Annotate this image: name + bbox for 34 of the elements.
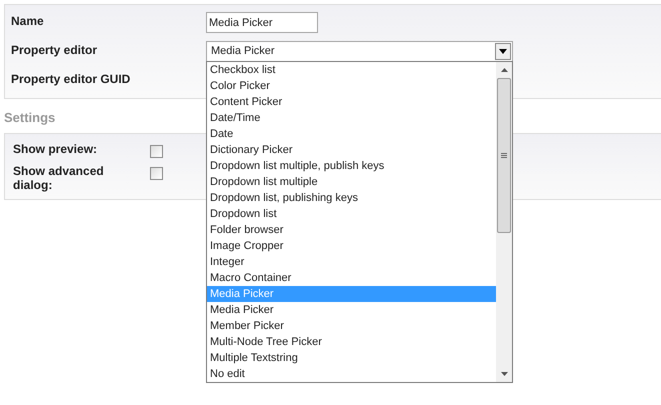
dropdown-option[interactable]: Macro Container bbox=[207, 270, 496, 286]
field-label: Property editor GUID bbox=[11, 71, 132, 88]
checkbox[interactable] bbox=[150, 144, 163, 158]
dropdown-option[interactable]: Dropdown list multiple, publish keys bbox=[207, 158, 496, 174]
dropdown-option[interactable]: Content Picker bbox=[207, 94, 496, 110]
settings-heading: Settings bbox=[4, 109, 56, 127]
dropdown-option[interactable]: Checkbox list bbox=[207, 62, 496, 78]
name-field[interactable]: Media Picker bbox=[206, 12, 318, 33]
dropdown-option[interactable]: Date bbox=[207, 126, 496, 142]
scroll-down-icon[interactable] bbox=[500, 372, 508, 376]
dropdown-option[interactable]: Multiple Textstring bbox=[207, 350, 496, 366]
dropdown-option[interactable]: Member Picker bbox=[207, 318, 496, 334]
dropdown-option[interactable]: Date/Time bbox=[207, 110, 496, 126]
dropdown-option[interactable]: Integer bbox=[207, 254, 496, 270]
property-editor-select[interactable]: Media Picker bbox=[206, 41, 513, 62]
dropdown-option[interactable]: Multi-Node Tree Picker bbox=[207, 334, 496, 350]
scrollbar[interactable] bbox=[496, 62, 512, 382]
setting-label: Show preview: bbox=[13, 142, 98, 156]
dropdown-option[interactable]: Folder browser bbox=[207, 222, 496, 238]
dropdown-option[interactable]: Image Cropper bbox=[207, 238, 496, 254]
setting-label: Show advanced dialog: bbox=[13, 164, 105, 192]
field-label: Name bbox=[11, 13, 45, 30]
dropdown-option[interactable]: Media Picker bbox=[207, 302, 496, 318]
dropdown-option[interactable]: No edit bbox=[207, 366, 496, 382]
dropdown-option[interactable]: Dropdown list multiple bbox=[207, 174, 496, 190]
checkbox[interactable] bbox=[150, 166, 163, 180]
field-label: Property editor bbox=[11, 42, 98, 59]
dropdown-option[interactable]: Dictionary Picker bbox=[207, 142, 496, 158]
caret-icon bbox=[495, 43, 511, 60]
scroll-up-icon[interactable] bbox=[500, 68, 508, 72]
scroll-thumb[interactable] bbox=[497, 78, 511, 233]
dropdown-option[interactable]: Dropdown list bbox=[207, 206, 496, 222]
dropdown-option[interactable]: Color Picker bbox=[207, 78, 496, 94]
dropdown-option[interactable]: Dropdown list, publishing keys bbox=[207, 190, 496, 206]
